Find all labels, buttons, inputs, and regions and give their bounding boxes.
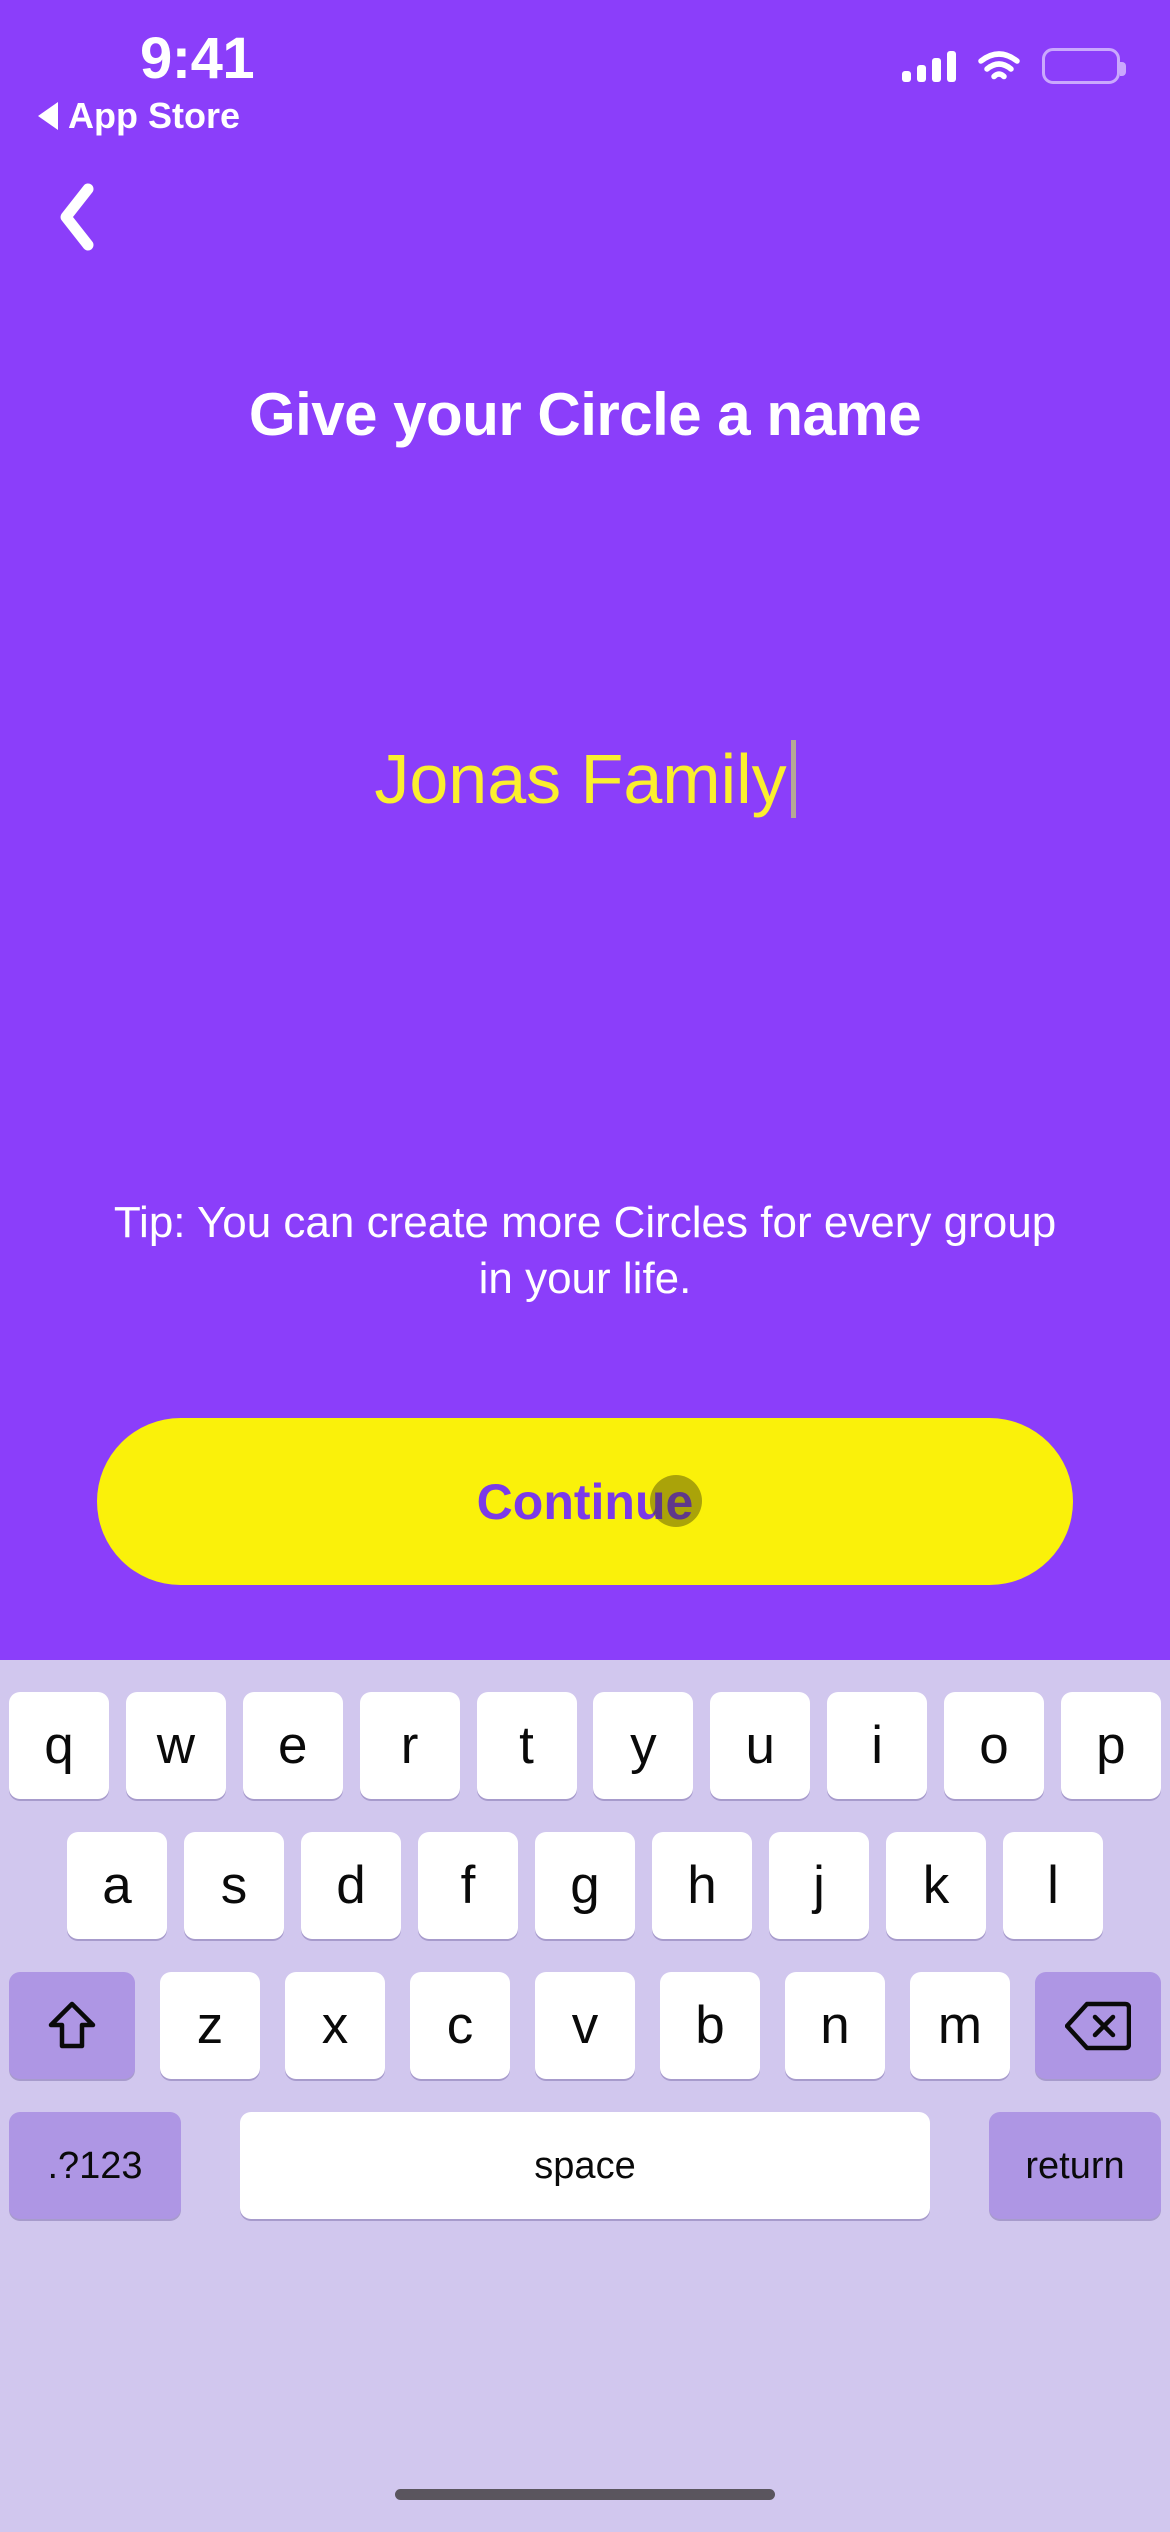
key-a[interactable]: a	[67, 1832, 167, 1939]
circle-name-value: Jonas Family	[374, 740, 787, 818]
key-q[interactable]: q	[9, 1692, 109, 1799]
key-u[interactable]: u	[710, 1692, 811, 1799]
key-n[interactable]: n	[785, 1972, 885, 2079]
space-key[interactable]: space	[240, 2112, 930, 2219]
status-bar-time: 9:41	[140, 26, 255, 91]
battery-full-icon	[1042, 48, 1126, 84]
tip-text: Tip: You can create more Circles for eve…	[113, 1198, 1057, 1304]
keyboard-row-4: .?123 space return	[0, 2112, 1170, 2219]
numbers-key[interactable]: .?123	[9, 2112, 181, 2219]
keyboard-row-3: z x c v b n m	[0, 1972, 1170, 2079]
home-indicator-bar[interactable]	[395, 2489, 775, 2500]
key-e[interactable]: e	[242, 1692, 343, 1799]
page-title: Give your Circle a name	[248, 381, 922, 448]
key-m[interactable]: m	[910, 1972, 1010, 2079]
key-l[interactable]: l	[1003, 1832, 1103, 1939]
keyboard-row-1: q w e r t y u i o p	[0, 1692, 1170, 1799]
key-i[interactable]: i	[827, 1692, 928, 1799]
wifi-icon	[978, 50, 1020, 82]
key-b[interactable]: b	[660, 1972, 760, 2079]
key-j[interactable]: j	[769, 1832, 869, 1939]
key-s[interactable]: s	[184, 1832, 284, 1939]
keyboard-row-2: a s d f g h j k l	[0, 1832, 1170, 1939]
key-r[interactable]: r	[359, 1692, 460, 1799]
return-key[interactable]: return	[989, 2112, 1161, 2219]
shift-arrow-up-icon	[48, 2001, 96, 2048]
key-k[interactable]: k	[886, 1832, 986, 1939]
circle-name-input[interactable]: Jonas Family	[0, 740, 1170, 818]
shift-key[interactable]	[9, 1972, 135, 2079]
status-bar-indicators	[902, 48, 1126, 84]
back-button[interactable]	[32, 172, 122, 262]
key-x[interactable]: x	[285, 1972, 385, 2079]
key-p[interactable]: p	[1060, 1692, 1161, 1799]
cellular-signal-icon	[902, 50, 956, 82]
key-z[interactable]: z	[160, 1972, 260, 2079]
return-to-app-store-label: App Store	[68, 95, 241, 136]
key-w[interactable]: w	[125, 1692, 226, 1799]
key-c[interactable]: c	[410, 1972, 510, 2079]
key-v[interactable]: v	[535, 1972, 635, 2079]
key-o[interactable]: o	[944, 1692, 1044, 1799]
on-screen-keyboard: q w e r t y u i o p a s d f g h j k l z …	[0, 1660, 1170, 2532]
key-d[interactable]: d	[301, 1832, 401, 1939]
delete-backspace-icon	[1065, 2001, 1131, 2050]
status-bar: 9:41 App Store	[0, 0, 1170, 150]
chevron-left-icon	[60, 183, 94, 251]
delete-key[interactable]	[1035, 1972, 1161, 2079]
key-f[interactable]: f	[418, 1832, 518, 1939]
text-caret	[790, 740, 796, 818]
key-h[interactable]: h	[652, 1832, 752, 1939]
return-to-app-store-button[interactable]: App Store	[38, 95, 240, 137]
key-g[interactable]: g	[535, 1832, 635, 1939]
continue-button[interactable]: Continue	[97, 1418, 1073, 1585]
continue-button-label: Continue	[476, 1473, 694, 1530]
triangle-left-icon	[38, 102, 58, 130]
key-y[interactable]: y	[593, 1692, 694, 1799]
key-t[interactable]: t	[476, 1692, 577, 1799]
phone-screen: 9:41 App Store Give your Circle a name J…	[0, 0, 1170, 2532]
